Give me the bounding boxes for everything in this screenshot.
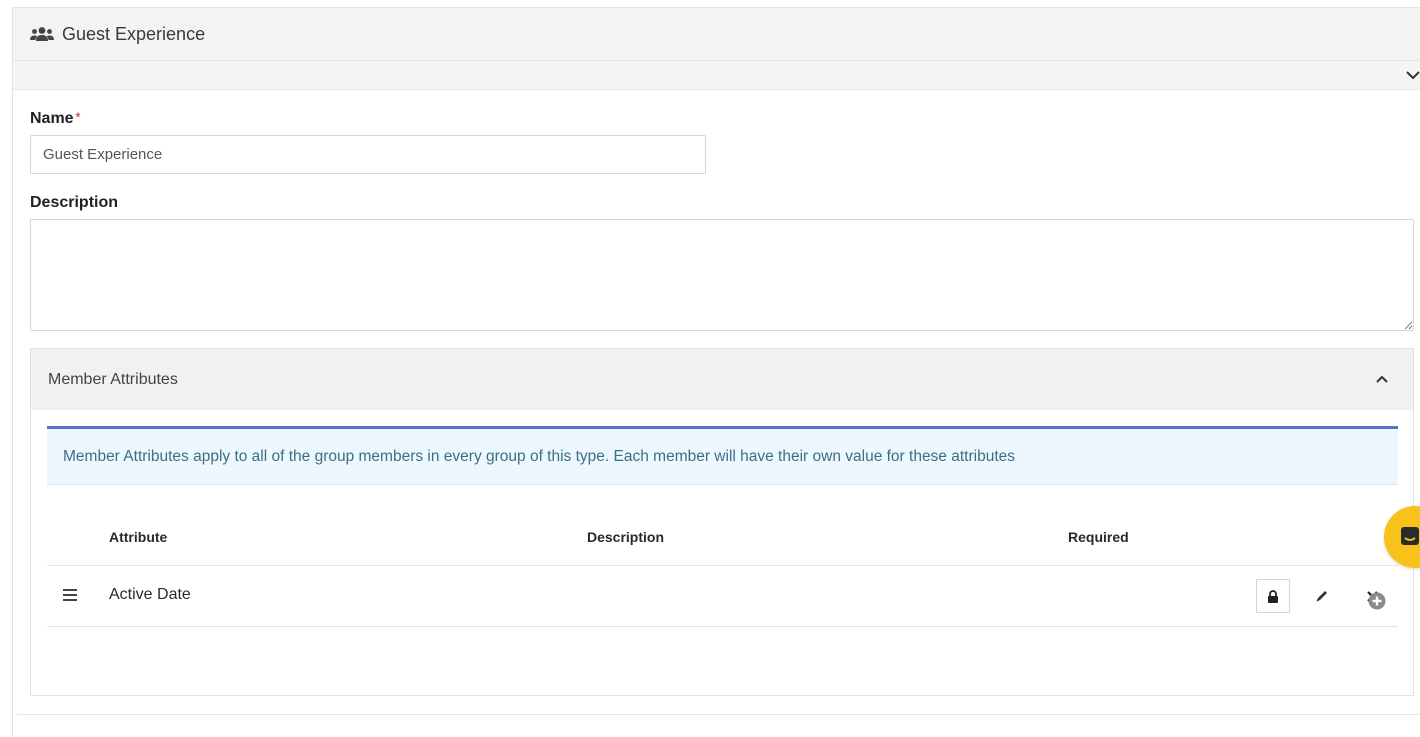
panel-subbar[interactable] bbox=[13, 61, 1420, 90]
lock-button[interactable] bbox=[1256, 579, 1290, 613]
member-attributes-header[interactable]: Member Attributes bbox=[31, 349, 1413, 410]
bars-icon[interactable] bbox=[63, 588, 77, 602]
name-input[interactable] bbox=[30, 135, 706, 174]
grid-header: Attribute Description Required bbox=[47, 519, 1398, 566]
row-attribute: Active Date bbox=[109, 586, 191, 603]
column-attribute: Attribute bbox=[109, 529, 168, 545]
pencil-icon bbox=[1315, 589, 1329, 603]
edit-button[interactable] bbox=[1305, 579, 1339, 613]
chat-icon bbox=[1400, 526, 1420, 548]
divider bbox=[17, 714, 1420, 715]
member-attributes-title: Member Attributes bbox=[48, 370, 178, 388]
panel-title: Guest Experience bbox=[62, 23, 206, 44]
lock-icon bbox=[1267, 589, 1279, 603]
required-marker: * bbox=[75, 110, 81, 124]
chevron-up-icon[interactable] bbox=[1375, 373, 1389, 385]
name-label: Name * bbox=[30, 110, 80, 128]
plus-circle-icon bbox=[1368, 592, 1386, 610]
column-required: Required bbox=[1068, 529, 1129, 545]
chevron-down-icon[interactable] bbox=[1406, 69, 1420, 81]
users-icon bbox=[30, 26, 54, 42]
panel-header: Guest Experience bbox=[13, 8, 1420, 61]
member-attributes-panel: Member Attributes Member Attributes appl… bbox=[30, 348, 1414, 696]
description-label: Description bbox=[30, 194, 119, 211]
member-attributes-grid: Attribute Description Required Active Da… bbox=[47, 519, 1398, 627]
add-attribute-button[interactable] bbox=[1367, 591, 1387, 611]
description-textarea[interactable] bbox=[30, 219, 1414, 331]
column-description: Description bbox=[587, 529, 665, 545]
table-row: Active Date bbox=[47, 566, 1398, 627]
member-attributes-info: Member Attributes apply to all of the gr… bbox=[47, 426, 1398, 485]
name-label-text: Name bbox=[30, 110, 74, 127]
group-type-panel: Guest Experience Name* Description Membe… bbox=[12, 7, 1420, 737]
